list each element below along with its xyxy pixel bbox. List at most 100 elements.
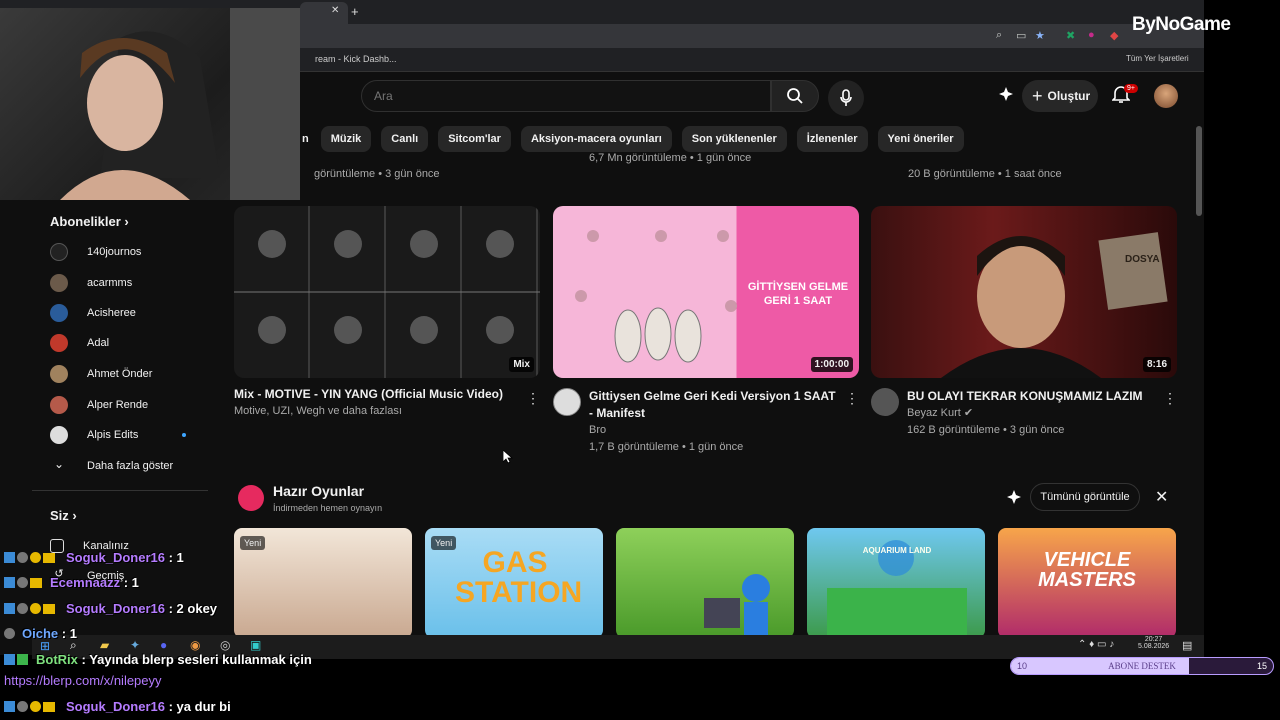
video-channel[interactable]: Motive, UZI, Wegh ve daha fazlası: [234, 403, 540, 420]
chat-link[interactable]: https://blerp.com/x/nilepeyy: [4, 673, 162, 688]
video-channel[interactable]: Beyaz Kurt ✔: [907, 405, 1157, 422]
show-more-label: Daha fazla göster: [87, 460, 174, 472]
game-title-art: GAS STATION: [455, 546, 583, 609]
chat-text: : 1: [168, 550, 184, 565]
channel-avatar[interactable]: [871, 388, 899, 416]
install-icon[interactable]: ▭: [1016, 29, 1026, 42]
game-card[interactable]: [616, 528, 794, 638]
view-all-button[interactable]: Tümünü görüntüle: [1030, 483, 1140, 511]
user-badges: [4, 575, 50, 590]
clock[interactable]: 20:27 5.08.2026: [1138, 636, 1169, 650]
clock-time: 20:27: [1144, 636, 1163, 643]
channel-avatar: [50, 274, 68, 292]
video-thumbnail[interactable]: Mix: [234, 206, 540, 378]
obs-icon[interactable]: ◎: [220, 638, 230, 652]
chat-text: : 1: [61, 626, 77, 641]
game-art: [704, 574, 770, 638]
logo-text: ByNoGame: [1132, 14, 1231, 35]
chip-sitcoms[interactable]: Sitcom'lar: [438, 126, 511, 152]
bookmark-kick-dashboard[interactable]: ream - Kick Dashb...: [315, 54, 397, 64]
goal-max: 15: [1256, 661, 1267, 671]
close-icon[interactable]: ✕: [1155, 487, 1168, 507]
channel-name: Acisheree: [87, 307, 136, 319]
chip-watched[interactable]: İzlenenler: [796, 126, 868, 152]
user-badges: [4, 601, 66, 616]
all-bookmarks[interactable]: Tüm Yer İşaretleri: [1126, 54, 1189, 63]
games-icon: [238, 485, 264, 511]
app-icon[interactable]: ✦: [130, 638, 140, 652]
more-options-icon[interactable]: ⋮: [526, 390, 540, 407]
channel-name: Alper Rende: [87, 399, 149, 411]
browser-tab[interactable]: [300, 2, 348, 24]
sidebar-channel[interactable]: Alpis Edits: [50, 423, 206, 447]
sidebar-channel[interactable]: Adal: [50, 331, 206, 355]
previous-video-meta: görüntüleme • 3 gün önce: [314, 168, 440, 180]
sidebar-channel[interactable]: Acisheree: [50, 301, 206, 325]
scrollbar[interactable]: [1196, 126, 1202, 216]
app-icon[interactable]: ▣: [250, 638, 261, 652]
bynogame-logo: ByNoGame: [1132, 14, 1231, 36]
subscriptions-header[interactable]: Abonelikler ›: [50, 214, 129, 229]
you-header[interactable]: Siz ›: [50, 508, 77, 523]
new-badge: Yeni: [240, 536, 266, 550]
video-title[interactable]: BU OLAYI TEKRAR KONUŞMAMIZ LAZIM: [907, 388, 1157, 405]
channel-name: 140journos: [87, 246, 142, 258]
notification-center-icon[interactable]: ▤: [1182, 639, 1192, 652]
chip-new-recommendations[interactable]: Yeni öneriler: [877, 126, 964, 152]
video-thumbnail[interactable]: GİTTİYSEN GELME GERİ 1 SAAT 1:00:00: [553, 206, 859, 378]
file-explorer-icon[interactable]: ▰: [100, 638, 109, 652]
user-badges: [4, 699, 66, 714]
sparkle-game-icon[interactable]: [997, 86, 1015, 104]
search-button[interactable]: [771, 80, 819, 112]
account-avatar[interactable]: [1154, 84, 1178, 108]
extension-red-icon[interactable]: ◆: [1110, 29, 1118, 42]
chat-username: Soguk_Doner16: [66, 550, 165, 565]
search-input[interactable]: [374, 89, 754, 103]
sidebar-channel[interactable]: 140journos: [50, 240, 206, 264]
video-duration: 1:00:00: [810, 357, 853, 372]
chip-music[interactable]: Müzik: [320, 126, 372, 152]
game-card[interactable]: VEHICLE MASTERS: [998, 528, 1176, 638]
new-tab-icon[interactable]: +: [351, 4, 359, 19]
sidebar-channel[interactable]: acarmms: [50, 271, 206, 295]
chip-recent[interactable]: Son yüklenenler: [681, 126, 787, 152]
video-title[interactable]: Mix - MOTIVE - YIN YANG (Official Music …: [234, 386, 540, 403]
system-tray-icons[interactable]: ⌃ ♦ ▭ ♪: [1078, 639, 1114, 650]
game-card[interactable]: Yeni: [234, 528, 412, 638]
chat-message: Oiche : 1: [4, 626, 77, 641]
video-thumbnail[interactable]: DOSYA 8:16: [871, 206, 1177, 378]
search-box[interactable]: [361, 80, 771, 112]
sidebar-channel[interactable]: Ahmet Önder: [50, 362, 206, 386]
you-title: Siz: [50, 508, 69, 523]
close-tab-icon[interactable]: ✕: [331, 5, 339, 16]
chat-message: Soguk_Doner16 : 1: [4, 550, 184, 565]
star-icon[interactable]: ★: [1035, 29, 1045, 42]
sidebar-channel[interactable]: Alper Rende: [50, 393, 206, 417]
discord-icon[interactable]: ●: [160, 638, 167, 652]
chrome-icon[interactable]: ◉: [190, 638, 200, 652]
windows-start-icon[interactable]: ⊞: [40, 639, 50, 653]
extension-sheets-icon[interactable]: ✖: [1066, 29, 1075, 42]
channel-avatar: [50, 243, 68, 261]
show-more-button[interactable]: ⌄ Daha fazla göster: [50, 454, 206, 478]
chat-text: : Yayında blerp sesleri kullanmak için: [81, 652, 312, 667]
video-card[interactable]: Mix Mix - MOTIVE - YIN YANG (Official Mu…: [234, 206, 540, 420]
video-channel[interactable]: Bro: [589, 422, 839, 439]
subscriber-goal-bar: 10 ABONE DESTEK 15: [1010, 657, 1274, 675]
video-card[interactable]: DOSYA 8:16 BU OLAYI TEKRAR KONUŞMAMIZ LA…: [871, 206, 1177, 436]
chip-live[interactable]: Canlı: [381, 126, 429, 152]
chip-partial[interactable]: n: [300, 126, 311, 152]
video-card[interactable]: GİTTİYSEN GELME GERİ 1 SAAT 1:00:00 Gitt…: [553, 206, 859, 453]
game-card[interactable]: Yeni GAS STATION: [425, 528, 603, 638]
video-title[interactable]: Gittiysen Gelme Geri Kedi Versiyon 1 SAA…: [589, 388, 839, 422]
chip-action-adventure[interactable]: Aksiyon-macera oyunları: [520, 126, 672, 152]
notification-badge: 9+: [1124, 84, 1138, 93]
create-button[interactable]: + Oluştur: [1022, 80, 1098, 112]
extension-icon[interactable]: ●: [1088, 29, 1095, 41]
more-options-icon[interactable]: ⋮: [845, 390, 859, 407]
more-options-icon[interactable]: ⋮: [1163, 390, 1177, 407]
channel-avatar[interactable]: [553, 388, 581, 416]
game-card[interactable]: AQUARIUM LAND: [807, 528, 985, 638]
voice-search-button[interactable]: [828, 80, 864, 116]
zoom-icon[interactable]: ⌕: [996, 29, 1002, 42]
